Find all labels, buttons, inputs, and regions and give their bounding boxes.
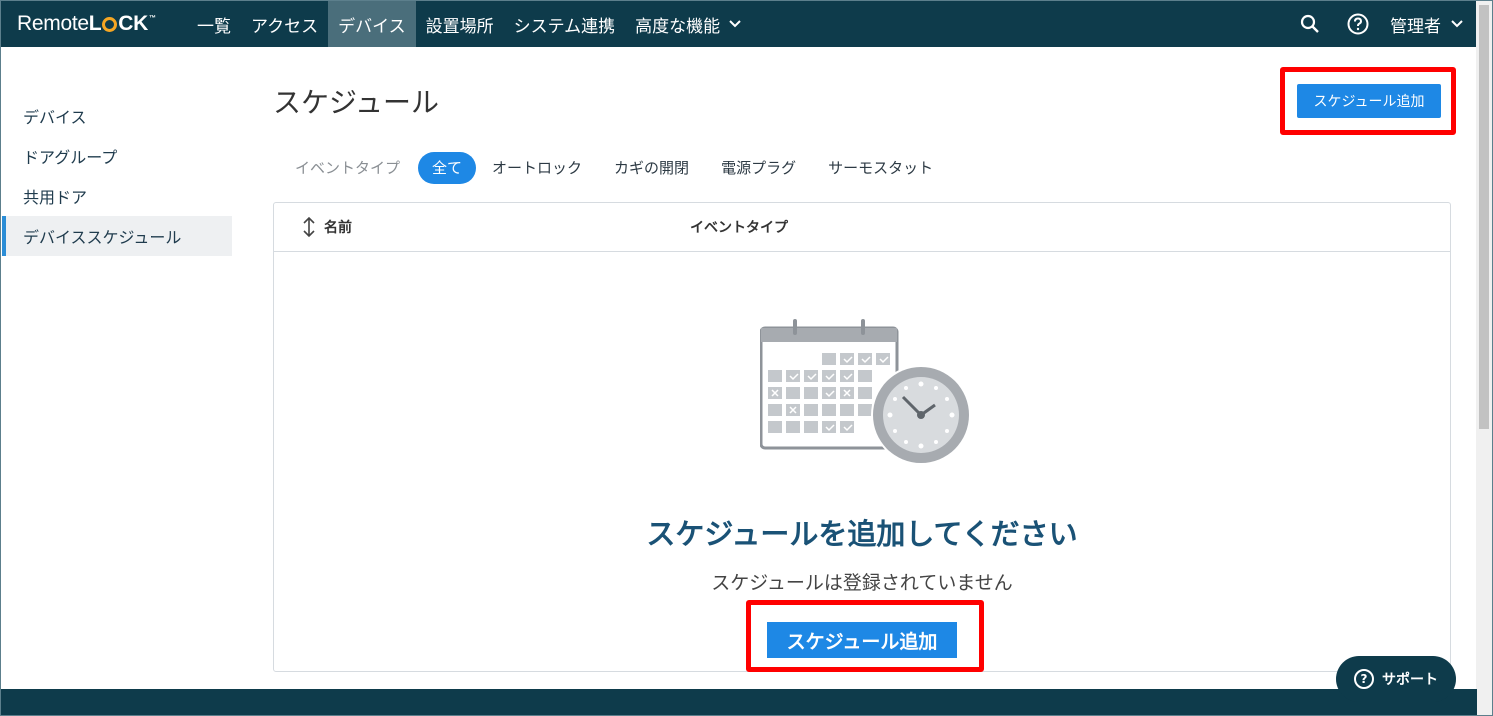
help-button[interactable] [1334, 1, 1382, 47]
logo-text: Remote [17, 12, 89, 35]
logo-letter-l: L [88, 12, 102, 35]
footer [1, 689, 1477, 715]
add-schedule-button-empty-state[interactable]: スケジュール追加 [767, 622, 957, 658]
nav-item-label: アクセス [251, 16, 319, 37]
empty-state-subtitle: スケジュールは登録されていません [711, 572, 1013, 594]
sidebar-item-label: 共用ドア [23, 188, 88, 207]
add-schedule-button[interactable]: スケジュール追加 [1297, 84, 1441, 118]
top-nav: Remote L CK ™ 一覧 アクセス デバイス 設置場所 システム連携 高… [1, 1, 1477, 47]
filter-tab-label: オートロック [492, 159, 583, 177]
event-type-filter: イベントタイプ 全て オートロック カギの開閉 電源プラグ サーモスタット [295, 151, 949, 184]
filter-tab-power-plug[interactable]: 電源プラグ [705, 152, 812, 184]
support-label: サポート [1382, 672, 1438, 688]
scrollbar-thumb[interactable] [1479, 5, 1489, 429]
filter-tab-label: 全て [432, 159, 463, 177]
filter-tab-autolock[interactable]: オートロック [476, 152, 598, 184]
nav-item-locations[interactable]: 設置場所 [416, 1, 504, 47]
search-icon [1300, 14, 1319, 33]
sidebar: デバイス ドアグループ 共用ドア デバイススケジュール [2, 96, 232, 256]
sidebar-item-device-schedules[interactable]: デバイススケジュール [2, 216, 232, 256]
sidebar-item-label: デバイススケジュール [23, 228, 182, 247]
calendar-clock-illustration [760, 319, 971, 465]
app-window: Remote L CK ™ 一覧 アクセス デバイス 設置場所 システム連携 高… [0, 0, 1493, 716]
sidebar-item-label: ドアグループ [23, 148, 118, 167]
nav-item-list[interactable]: 一覧 [187, 1, 241, 47]
nav-right: 管理者 [1286, 1, 1477, 47]
column-header-name-label: 名前 [324, 220, 352, 236]
table-header: 名前 イベントタイプ [274, 203, 1450, 252]
logo-tm: ™ [149, 14, 156, 22]
help-icon: ? [1354, 669, 1374, 689]
page-title: スケジュール [273, 86, 440, 119]
nav-item-label: デバイス [338, 16, 406, 37]
nav-item-integrations[interactable]: システム連携 [504, 1, 626, 47]
remotelock-logo[interactable]: Remote L CK ™ [17, 12, 187, 36]
nav-item-advanced[interactable]: 高度な機能 [625, 1, 751, 47]
nav-item-label: システム連携 [513, 16, 616, 37]
logo-o-icon [102, 16, 118, 32]
logo-lock-text: L CK ™ [89, 12, 156, 36]
help-icon [1347, 13, 1369, 35]
chevron-down-icon [729, 20, 741, 28]
filter-tab-label: サーモスタット [828, 159, 934, 177]
sort-icon [303, 216, 315, 238]
support-button[interactable]: ? サポート [1336, 656, 1456, 702]
nav-item-access[interactable]: アクセス [241, 1, 328, 47]
filter-tab-all[interactable]: 全て [418, 151, 477, 184]
sidebar-item-shared-doors[interactable]: 共用ドア [2, 176, 232, 216]
column-header-name[interactable]: 名前 [302, 216, 690, 238]
nav-menu: 一覧 アクセス デバイス 設置場所 システム連携 高度な機能 [187, 1, 751, 47]
filter-tab-label: 電源プラグ [721, 159, 797, 177]
add-schedule-button-label: スケジュール追加 [1313, 94, 1425, 110]
empty-state-title: スケジュールを追加してください [646, 517, 1078, 551]
column-header-event-type-label: イベントタイプ [690, 220, 788, 236]
nav-item-label: 設置場所 [425, 16, 494, 37]
chevron-down-icon [1451, 20, 1463, 28]
filter-label: イベントタイプ [295, 159, 401, 177]
search-button[interactable] [1286, 1, 1334, 47]
nav-item-label: 一覧 [197, 16, 231, 37]
admin-label: 管理者 [1390, 16, 1441, 37]
filter-tab-label: カギの開閉 [614, 159, 690, 177]
sidebar-item-door-groups[interactable]: ドアグループ [2, 136, 232, 176]
nav-item-label: 高度な機能 [635, 16, 721, 37]
filter-tab-lock-unlock[interactable]: カギの開閉 [598, 152, 705, 184]
logo-letters-ck: CK [118, 12, 148, 35]
sidebar-item-label: デバイス [23, 108, 87, 127]
add-schedule-button-label: スケジュール追加 [786, 630, 938, 653]
filter-tab-thermostat[interactable]: サーモスタット [812, 152, 949, 184]
vertical-scrollbar[interactable] [1476, 1, 1492, 715]
admin-menu[interactable]: 管理者 [1382, 12, 1477, 37]
column-header-event-type: イベントタイプ [690, 217, 788, 237]
sidebar-item-devices[interactable]: デバイス [2, 96, 232, 136]
nav-item-devices[interactable]: デバイス [328, 1, 416, 47]
